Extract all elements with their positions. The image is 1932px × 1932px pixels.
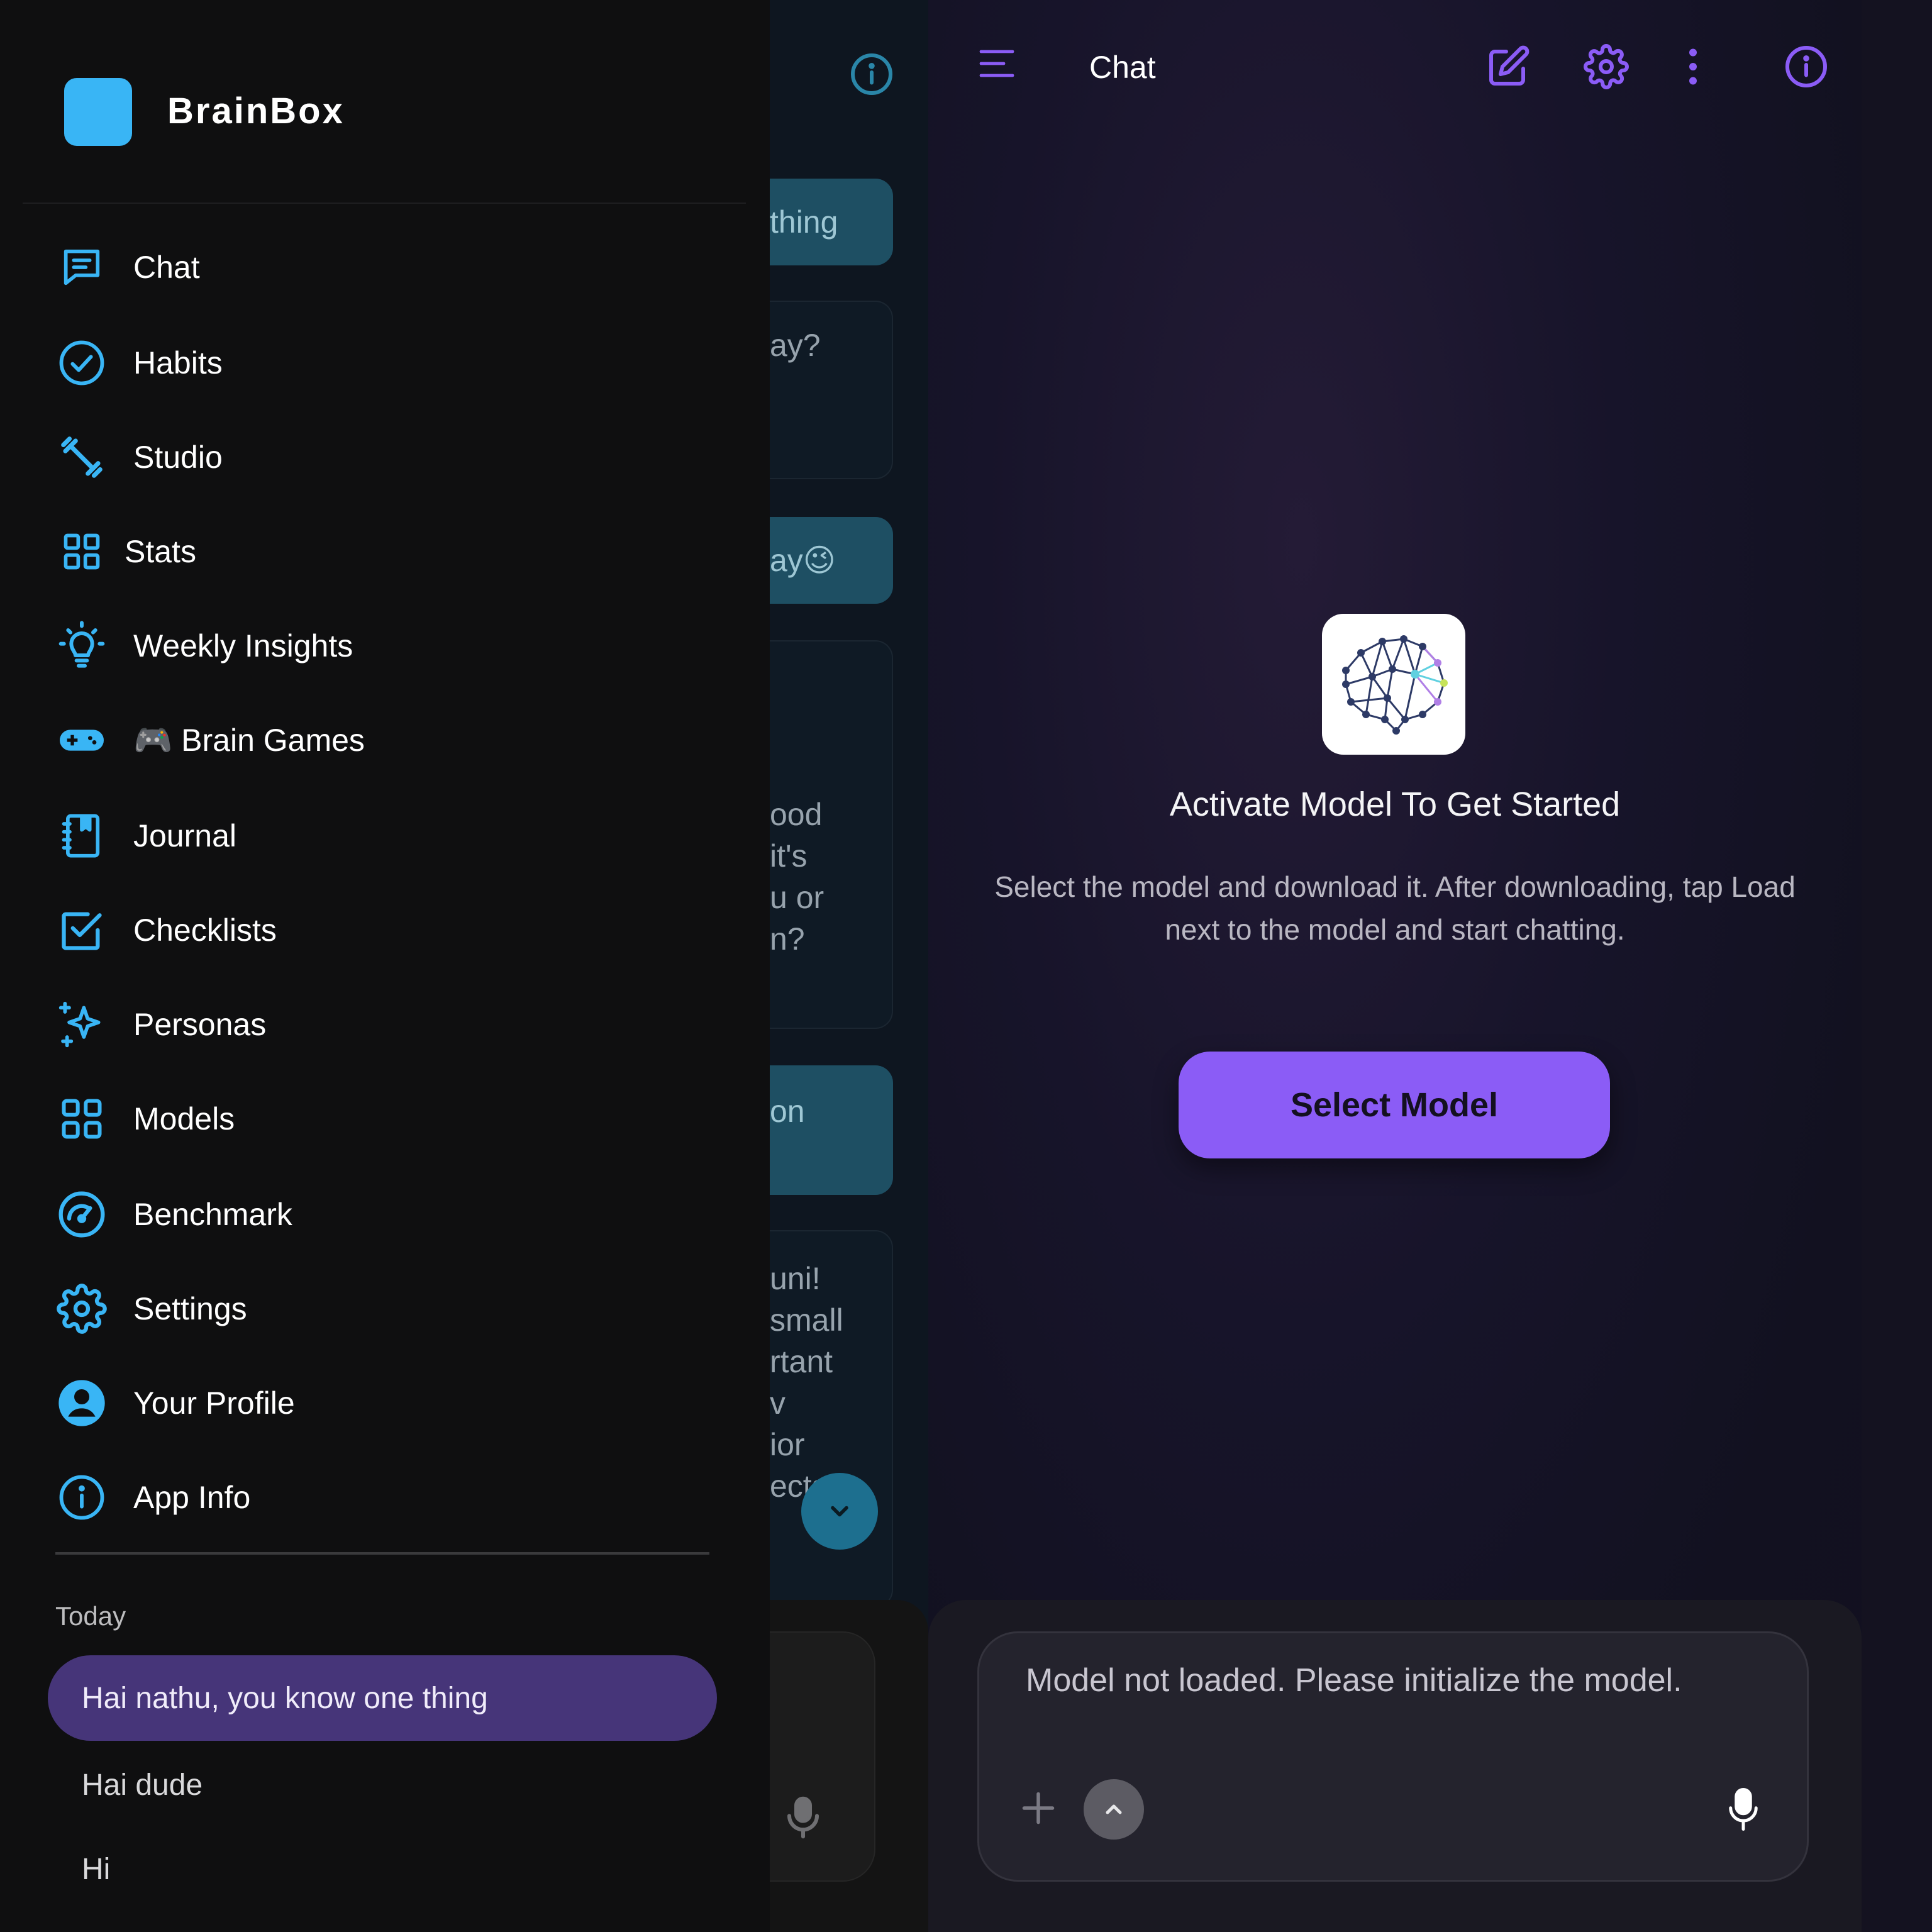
chat-screen: Chat Activate Model To Get Started Selec…	[928, 0, 1862, 1932]
message-input[interactable]: Model not loaded. Please initialize the …	[1026, 1658, 1682, 1702]
info-icon	[57, 1472, 107, 1523]
app-name: BrainBox	[167, 91, 345, 131]
empty-state-description: Select the model and download it. After …	[994, 870, 1796, 946]
plus-icon[interactable]	[1019, 1789, 1057, 1827]
new-chat-edit-icon[interactable]	[1485, 44, 1531, 89]
sparkles-icon	[57, 999, 107, 1050]
history-item[interactable]: Hi	[48, 1826, 717, 1912]
check-circle-icon	[57, 338, 107, 388]
history-item[interactable]: Hai dude	[48, 1742, 717, 1828]
message-fragment: n?	[770, 921, 805, 957]
message-fragment: ood	[770, 797, 823, 832]
chevron-up-icon	[1106, 1804, 1122, 1814]
user-circle-icon	[57, 1378, 107, 1428]
nav-item-label: Journal	[133, 818, 236, 853]
nav-item-label: Checklists	[133, 913, 277, 948]
info-icon[interactable]	[849, 52, 894, 97]
nav-item-your-profile[interactable]: Your Profile	[57, 1368, 717, 1438]
message-fragment: small	[770, 1302, 843, 1338]
message-bubble-user: ay😉	[770, 517, 893, 604]
nav-item-label: Chat	[133, 250, 200, 285]
gear-icon[interactable]	[1584, 44, 1629, 89]
history-section-label: Today	[55, 1601, 126, 1631]
nav-item-label: Personas	[133, 1007, 267, 1042]
checkbox-icon	[57, 905, 107, 955]
nav-item-label: Models	[133, 1101, 235, 1136]
nav-item-journal[interactable]: Journal	[57, 801, 717, 870]
nav-item-brain-games[interactable]: 🎮 Brain Games	[57, 706, 717, 775]
message-fragment: v	[770, 1385, 786, 1421]
page-title: Chat	[1089, 50, 1156, 85]
nav-item-personas[interactable]: Personas	[57, 990, 717, 1059]
nav-item-weekly-insights[interactable]: Weekly Insights	[57, 611, 717, 680]
nav-item-label: Habits	[133, 345, 223, 380]
nav-item-label: Weekly Insights	[133, 628, 353, 663]
divider	[23, 203, 746, 204]
nav-item-app-info[interactable]: App Info	[57, 1463, 717, 1532]
message-fragment: ay?	[770, 328, 821, 363]
nav-item-models[interactable]: Models	[57, 1084, 717, 1153]
message-bubble-assistant: ood it's u or n?	[770, 640, 893, 1029]
chevron-down-icon	[831, 1506, 848, 1517]
nav-item-settings[interactable]: Settings	[57, 1274, 717, 1343]
nav-item-label: Settings	[133, 1291, 247, 1326]
more-vertical-icon[interactable]	[1670, 44, 1716, 89]
message-fragment: it's	[770, 838, 808, 874]
background-chat-pane: thing ay? ay😉 ood it's u or n? on uni! s…	[770, 0, 928, 1932]
message-fragment: thing	[770, 204, 838, 240]
expand-button[interactable]	[1084, 1779, 1144, 1840]
menu-icon[interactable]	[979, 48, 1015, 79]
nav-item-habits[interactable]: Habits	[57, 328, 717, 397]
message-bubble-user: on	[770, 1065, 893, 1195]
nav-item-label: 🎮 Brain Games	[133, 723, 365, 758]
nav-item-label: Stats	[125, 534, 196, 569]
divider	[55, 1552, 709, 1555]
grid-icon	[57, 1094, 107, 1144]
nav-item-label: Studio	[133, 440, 223, 475]
message-fragment: rtant	[770, 1344, 833, 1379]
nav-item-chat[interactable]: Chat	[57, 233, 717, 302]
background-composer	[770, 1631, 875, 1882]
message-bubble-assistant: ay?	[770, 301, 893, 479]
message-fragment: uni!	[770, 1261, 821, 1296]
lightbulb-icon	[57, 621, 107, 671]
message-fragment: u or	[770, 880, 824, 915]
brain-network-icon	[1342, 635, 1448, 735]
dumbbell-icon	[57, 432, 107, 482]
info-icon[interactable]	[1784, 44, 1829, 89]
nav-item-label: Your Profile	[133, 1385, 295, 1421]
brain-logo	[1322, 614, 1465, 755]
microphone-icon[interactable]	[782, 1795, 824, 1840]
message-fragment: ior	[770, 1427, 805, 1462]
speedometer-icon	[57, 1189, 107, 1240]
history-item-active[interactable]: Hai nathu, you know one thing	[48, 1655, 717, 1741]
grid-icon	[57, 526, 107, 577]
chat-icon	[57, 242, 107, 292]
message-composer[interactable]: Model not loaded. Please initialize the …	[977, 1631, 1809, 1882]
nav-item-studio[interactable]: Studio	[57, 423, 717, 492]
navigation-drawer: BrainBox Chat Habits Studio Stats Weekly…	[0, 0, 770, 1932]
microphone-icon[interactable]	[1726, 1785, 1760, 1833]
select-model-button[interactable]: Select Model	[1179, 1052, 1610, 1158]
message-fragment: ay😉	[770, 543, 836, 578]
empty-state-heading: Activate Model To Get Started	[1169, 786, 1621, 823]
top-app-bar: Chat	[928, 0, 1862, 135]
scroll-down-button[interactable]	[801, 1473, 878, 1550]
app-logo	[64, 78, 132, 146]
composer-area: Model not loaded. Please initialize the …	[928, 1600, 1862, 1932]
message-bubble-user: thing	[770, 179, 893, 265]
nav-item-stats[interactable]: Stats	[57, 517, 717, 586]
nav-item-benchmark[interactable]: Benchmark	[57, 1180, 717, 1249]
right-edge-strip	[1862, 0, 1932, 1932]
nav-item-checklists[interactable]: Checklists	[57, 896, 717, 965]
nav-item-label: App Info	[133, 1480, 251, 1515]
gamepad-icon	[57, 715, 107, 765]
message-fragment: on	[770, 1094, 805, 1129]
message-bubble-assistant: uni! small rtant v ior ects	[770, 1230, 893, 1607]
gear-icon	[57, 1284, 107, 1334]
notebook-icon	[57, 811, 107, 861]
nav-item-label: Benchmark	[133, 1197, 292, 1232]
